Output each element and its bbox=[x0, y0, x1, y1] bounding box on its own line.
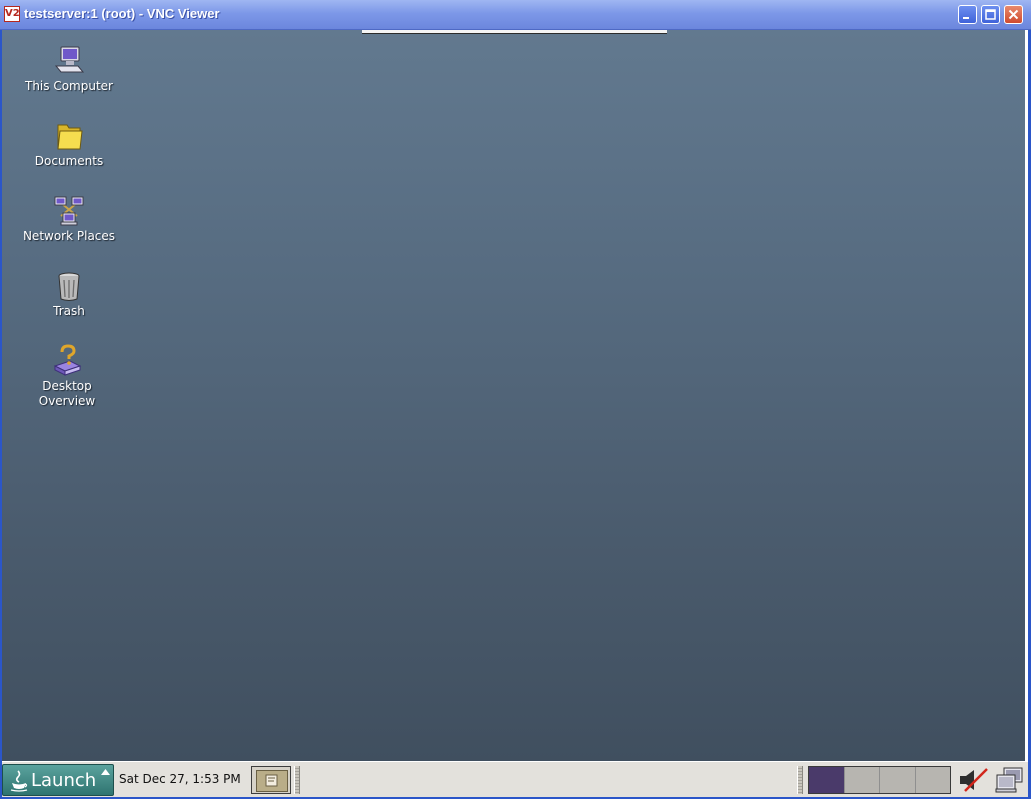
minimize-icon bbox=[963, 17, 969, 19]
workspace-1[interactable] bbox=[809, 767, 845, 793]
workspace-switcher[interactable] bbox=[808, 766, 951, 794]
desktop-icon-label: Trash bbox=[53, 304, 85, 318]
panel-drag-handle-left[interactable] bbox=[294, 766, 300, 794]
vnc-viewer-window: V2 testserver:1 (root) - VNC Viewer This… bbox=[0, 0, 1031, 799]
maximize-icon bbox=[985, 9, 996, 20]
desktop-icon-network-places[interactable]: Network Places bbox=[14, 194, 124, 244]
help-book-icon bbox=[53, 344, 82, 376]
desktop-right-edge bbox=[1025, 30, 1028, 761]
window-title: testserver:1 (root) - VNC Viewer bbox=[24, 6, 220, 21]
desktop-icon-documents[interactable]: Documents bbox=[14, 119, 124, 169]
trash-icon bbox=[58, 272, 80, 301]
close-icon bbox=[1008, 9, 1019, 20]
minimize-button[interactable] bbox=[958, 5, 977, 24]
show-desktop-icon bbox=[256, 770, 288, 792]
panel-drag-handle-right[interactable] bbox=[797, 766, 803, 794]
launch-button[interactable]: Launch bbox=[2, 764, 114, 796]
vnc-toolbar-indicator[interactable] bbox=[362, 30, 667, 34]
desktop-icon-trash[interactable]: Trash bbox=[14, 269, 124, 319]
network-icon bbox=[54, 196, 84, 226]
desktop-icon-label: Network Places bbox=[22, 229, 116, 243]
maximize-button[interactable] bbox=[981, 5, 1000, 24]
desktop-icon-desktop-overview[interactable]: Desktop Overview bbox=[12, 344, 122, 409]
desktop-icon-this-computer[interactable]: This Computer bbox=[14, 44, 124, 94]
volume-muted-icon[interactable] bbox=[957, 767, 989, 793]
workspace-4[interactable] bbox=[915, 767, 950, 793]
bottom-panel: Launch Sat Dec 27, 1:53 PM bbox=[2, 761, 1028, 797]
remote-desktop[interactable]: This Computer Documents Network Places T… bbox=[2, 30, 1028, 761]
close-button[interactable] bbox=[1004, 5, 1023, 24]
network-monitor-icon[interactable] bbox=[994, 766, 1026, 794]
title-bar[interactable]: V2 testserver:1 (root) - VNC Viewer bbox=[0, 0, 1031, 30]
folder-icon bbox=[57, 124, 83, 150]
desktop-icon-label: This Computer bbox=[25, 79, 113, 93]
desktop-icon-label: Desktop Overview bbox=[38, 379, 96, 408]
vnc-app-icon[interactable]: V2 bbox=[4, 6, 20, 22]
workspace-3[interactable] bbox=[880, 767, 916, 793]
desktop-icon-label: Documents bbox=[34, 154, 104, 168]
panel-clock[interactable]: Sat Dec 27, 1:53 PM bbox=[119, 772, 241, 786]
computer-icon bbox=[54, 46, 85, 73]
show-desktop-button[interactable] bbox=[251, 766, 291, 794]
caret-up-icon bbox=[101, 769, 110, 775]
launch-label: Launch bbox=[31, 770, 97, 791]
workspace-2[interactable] bbox=[844, 767, 880, 793]
java-cup-icon bbox=[10, 770, 28, 792]
